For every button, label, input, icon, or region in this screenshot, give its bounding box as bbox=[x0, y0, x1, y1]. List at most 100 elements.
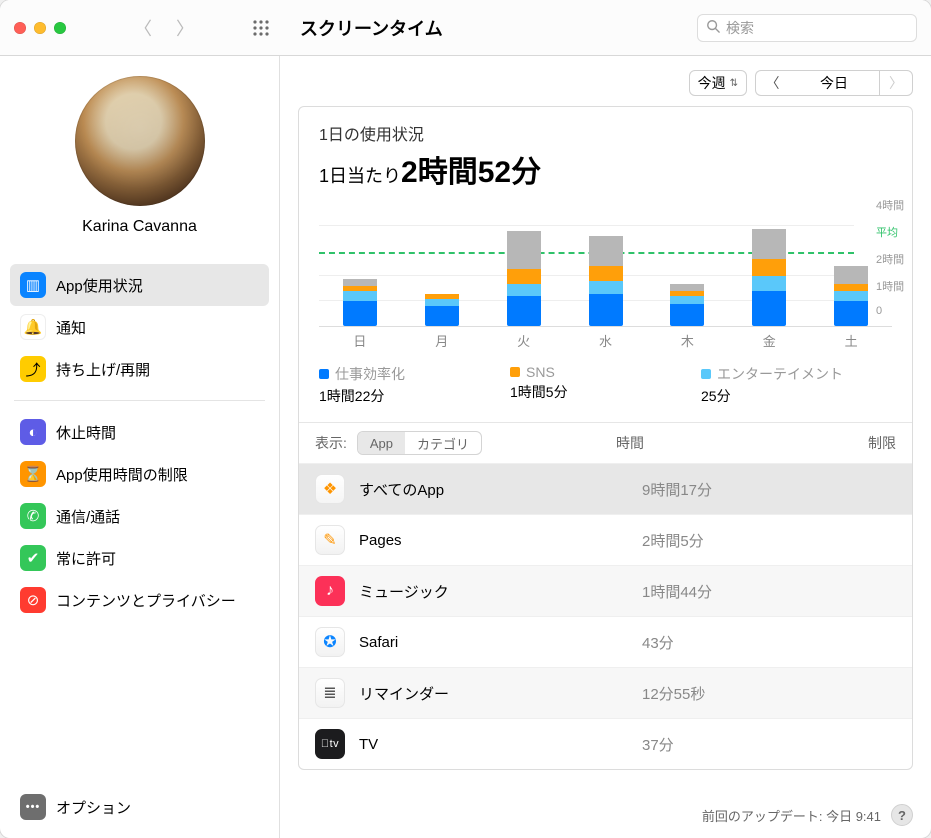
usage-avg-value: 2時間52分 bbox=[401, 156, 541, 189]
legend-label: 仕事効率化 bbox=[335, 364, 405, 384]
search-icon bbox=[706, 19, 720, 36]
app-row-tv[interactable]: tvTV37分 bbox=[299, 718, 912, 769]
chart-xlabel: 木 bbox=[681, 331, 694, 350]
app-time: 2時間5分 bbox=[642, 530, 822, 551]
app-row-rem[interactable]: ≣リマインダー12分55秒 bbox=[299, 667, 912, 718]
chart-ylabel: 4時間 bbox=[876, 197, 912, 213]
help-button[interactable]: ? bbox=[891, 804, 913, 826]
legend-time: 1時間5分 bbox=[510, 382, 701, 402]
close-window-icon[interactable] bbox=[14, 22, 26, 34]
period-range-select[interactable]: 今週 ⇅ bbox=[689, 70, 747, 96]
legend-label: SNS bbox=[526, 364, 555, 380]
chart-legend: 仕事効率化1時間22分 SNS 1時間5分エンターテイメント25分 bbox=[299, 358, 912, 422]
chart-ylabel: 平均 bbox=[876, 224, 912, 240]
sidebar-item-allow[interactable]: ✔ 常に許可 bbox=[10, 537, 269, 579]
pages-app-icon: ✎ bbox=[315, 525, 345, 555]
chart-bar-3[interactable] bbox=[565, 236, 647, 326]
col-limit-header: 制限 bbox=[806, 433, 896, 453]
sidebar-item-label: 持ち上げ/再開 bbox=[56, 359, 150, 380]
sidebar-item-limits[interactable]: ⌛App使用時間の制限 bbox=[10, 453, 269, 495]
usage-title: 1日の使用状況 bbox=[319, 121, 892, 145]
legend-swatch bbox=[319, 369, 329, 379]
sidebar-item-label: 通信/通話 bbox=[56, 506, 120, 527]
sidebar-item-usage[interactable]: ▥App使用状況 bbox=[10, 264, 269, 306]
app-time: 9時間17分 bbox=[642, 479, 822, 500]
view-option-カテゴリ[interactable]: カテゴリ bbox=[405, 432, 481, 454]
sidebar-item-label: 休止時間 bbox=[56, 422, 116, 443]
chart-bar-0[interactable] bbox=[319, 279, 401, 327]
app-time: 43分 bbox=[642, 632, 822, 653]
sidebar-separator bbox=[14, 400, 265, 401]
sidebar-item-label: App使用状況 bbox=[56, 275, 143, 296]
rem-app-icon: ≣ bbox=[315, 678, 345, 708]
usage-avg-prefix: 1日当たり bbox=[319, 166, 401, 186]
tv-app-icon: tv bbox=[315, 729, 345, 759]
app-list: ❖すべてのApp9時間17分✎Pages2時間5分♪ミュージック1時間44分✪S… bbox=[299, 463, 912, 769]
show-label: 表示: bbox=[315, 433, 347, 453]
sidebar-item-label: 常に許可 bbox=[56, 548, 116, 569]
app-row-safari[interactable]: ✪ Safari 43分 bbox=[299, 616, 912, 667]
chart-bar-5[interactable] bbox=[728, 229, 810, 327]
period-prev-button[interactable]: 〈 bbox=[755, 70, 789, 96]
sidebar-item-comm[interactable]: ✆ 通信/通話 bbox=[10, 495, 269, 537]
content-icon: ⊘ bbox=[20, 587, 46, 613]
pickup-icon: ⤴ bbox=[20, 356, 46, 382]
usage-card: 1日の使用状況 1日当たり2時間52分 4時間平均2時間1時間0 日月火水木金土… bbox=[298, 106, 913, 770]
footer: 前回のアップデート: 今日 9:41 ? bbox=[280, 784, 931, 838]
app-row-all[interactable]: ❖すべてのApp9時間17分 bbox=[299, 463, 912, 514]
user-name: Karina Cavanna bbox=[10, 218, 269, 236]
col-time-header: 時間 bbox=[616, 433, 796, 453]
period-range-label: 今週 bbox=[698, 73, 726, 93]
sidebar-item-label: コンテンツとプライバシー bbox=[56, 590, 236, 611]
sidebar-item-notif[interactable]: 🔔 通知 bbox=[10, 306, 269, 348]
notif-icon: 🔔 bbox=[20, 314, 46, 340]
chart-xlabel: 日 bbox=[353, 331, 366, 350]
app-row-pages[interactable]: ✎ Pages 2時間5分 bbox=[299, 514, 912, 565]
chart-bar-1[interactable] bbox=[401, 294, 483, 327]
view-option-app[interactable]: App bbox=[358, 432, 405, 454]
window: 〈 〉 スクリーンタイム 検索 Karina Cavanna bbox=[0, 0, 931, 838]
app-row-music[interactable]: ♪ミュージック1時間44分 bbox=[299, 565, 912, 616]
chart-xlabel: 月 bbox=[435, 331, 448, 350]
zoom-window-icon[interactable] bbox=[54, 22, 66, 34]
options-button[interactable]: ••• オプション bbox=[10, 786, 269, 828]
view-segmented-control: Appカテゴリ bbox=[357, 431, 482, 455]
sidebar-item-downtime[interactable]: ◐休止時間 bbox=[10, 411, 269, 453]
app-name: ミュージック bbox=[359, 581, 628, 602]
period-today-label: 今日 bbox=[820, 73, 848, 93]
nav-arrows: 〈 〉 bbox=[134, 15, 194, 41]
period-today-button[interactable]: 今日 bbox=[789, 70, 879, 96]
legend-item: 仕事効率化1時間22分 bbox=[319, 364, 510, 406]
sidebar-item-label: 通知 bbox=[56, 317, 86, 338]
app-name: Safari bbox=[359, 634, 628, 651]
user-avatar[interactable] bbox=[75, 76, 205, 206]
app-name: リマインダー bbox=[359, 683, 628, 704]
legend-time: 1時間22分 bbox=[319, 386, 510, 406]
app-name: すべてのApp bbox=[359, 479, 628, 500]
chart-ylabel: 2時間 bbox=[876, 251, 912, 267]
sidebar: Karina Cavanna ▥App使用状況 🔔 通知 ⤴ 持ち上げ/再開 ◐休止時間… bbox=[0, 56, 280, 838]
all-preferences-icon[interactable] bbox=[252, 19, 270, 37]
legend-item: SNS 1時間5分 bbox=[510, 364, 701, 406]
sidebar-item-content[interactable]: ⊘ コンテンツとプライバシー bbox=[10, 579, 269, 621]
titlebar: 〈 〉 スクリーンタイム 検索 bbox=[0, 0, 931, 56]
period-next-button[interactable]: 〉 bbox=[879, 70, 913, 96]
chart-xlabel: 火 bbox=[517, 331, 530, 350]
comm-icon: ✆ bbox=[20, 503, 46, 529]
sidebar-item-pickup[interactable]: ⤴ 持ち上げ/再開 bbox=[10, 348, 269, 390]
period-bar: 今週 ⇅ 〈 今日 〉 bbox=[280, 56, 931, 106]
chart-bar-2[interactable] bbox=[483, 231, 565, 326]
usage-average: 1日当たり2時間52分 bbox=[319, 147, 892, 191]
nav-forward-icon[interactable]: 〉 bbox=[176, 15, 194, 41]
search-field[interactable]: 検索 bbox=[697, 14, 917, 42]
chevron-updown-icon: ⇅ bbox=[730, 78, 738, 89]
app-name: TV bbox=[359, 736, 628, 753]
nav-back-icon[interactable]: 〈 bbox=[134, 15, 152, 41]
safari-app-icon: ✪ bbox=[315, 627, 345, 657]
minimize-window-icon[interactable] bbox=[34, 22, 46, 34]
list-header: 表示: Appカテゴリ 時間 制限 bbox=[299, 422, 912, 463]
allow-icon: ✔ bbox=[20, 545, 46, 571]
app-name: Pages bbox=[359, 532, 628, 549]
legend-item: エンターテイメント25分 bbox=[701, 364, 892, 406]
chart-bar-4[interactable] bbox=[646, 284, 728, 327]
